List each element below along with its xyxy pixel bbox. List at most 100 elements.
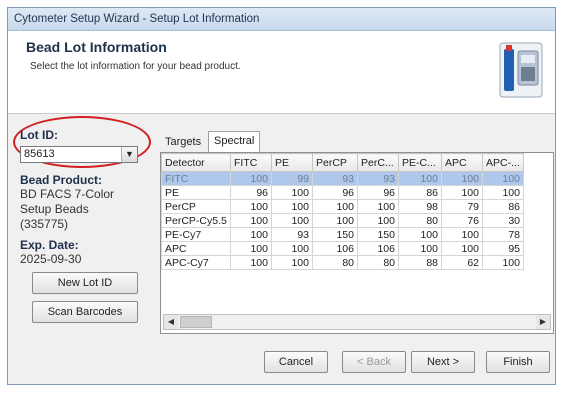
overlap-value-cell[interactable]: 100	[482, 255, 524, 270]
overlap-value-cell[interactable]: 100	[482, 185, 524, 200]
chevron-down-icon[interactable]: ▼	[121, 147, 137, 162]
overlap-value-cell[interactable]: 106	[312, 241, 358, 256]
overlap-value-cell[interactable]: 100	[230, 213, 272, 228]
detector-cell[interactable]: PE	[161, 185, 231, 200]
table-row[interactable]: FITC 100 99 93 93 100 100 100	[161, 171, 524, 186]
overlap-value-cell[interactable]: 30	[482, 213, 524, 228]
table-row[interactable]: PE-Cy7 100 93 150 150 100 100 78	[161, 227, 524, 242]
bead-product-label: Bead Product:	[20, 173, 103, 187]
detector-cell[interactable]: APC	[161, 241, 231, 256]
bead-product-line: BD FACS 7-Color	[20, 187, 115, 201]
scroll-thumb[interactable]	[180, 316, 212, 328]
overlap-value-cell[interactable]: 100	[230, 227, 272, 242]
overlap-value-cell[interactable]: 80	[398, 213, 442, 228]
scan-barcodes-button[interactable]: Scan Barcodes	[32, 301, 138, 323]
table-row[interactable]: APC-Cy7 100 100 80 80 88 62 100	[161, 255, 524, 270]
table-row[interactable]: PerCP 100 100 100 100 98 79 86	[161, 199, 524, 214]
cytometer-icon	[499, 41, 543, 99]
table-row[interactable]: PE 96 100 96 96 86 100 100	[161, 185, 524, 200]
overlap-value-cell[interactable]: 80	[312, 255, 358, 270]
column-header[interactable]: PerCP	[312, 153, 358, 172]
overlap-value-cell[interactable]: 100	[312, 213, 358, 228]
overlap-value-cell[interactable]: 88	[398, 255, 442, 270]
overlap-value-cell[interactable]: 100	[312, 199, 358, 214]
exp-date-value: 2025-09-30	[20, 252, 82, 266]
wizard-window: Cytometer Setup Wizard - Setup Lot Infor…	[7, 7, 556, 385]
lot-id-value: 85613	[24, 148, 55, 160]
column-header[interactable]: APC	[441, 153, 483, 172]
overlap-value-cell[interactable]: 62	[441, 255, 483, 270]
overlap-value-cell[interactable]: 150	[357, 227, 399, 242]
overlap-value-cell[interactable]: 100	[398, 241, 442, 256]
column-header[interactable]: PE	[271, 153, 313, 172]
overlap-value-cell[interactable]: 93	[312, 171, 358, 186]
overlap-value-cell[interactable]: 100	[271, 213, 313, 228]
overlap-value-cell[interactable]: 106	[357, 241, 399, 256]
overlap-value-cell[interactable]: 76	[441, 213, 483, 228]
overlap-value-cell[interactable]: 100	[271, 255, 313, 270]
lot-info-panel: Lot ID: 85613 ▼ Bead Product: BD FACS 7-…	[20, 128, 150, 267]
overlap-value-cell[interactable]: 100	[357, 199, 399, 214]
lot-id-select[interactable]: 85613 ▼	[20, 146, 138, 163]
horizontal-scrollbar[interactable]: ◀ ▶	[163, 314, 551, 330]
overlap-value-cell[interactable]: 79	[441, 199, 483, 214]
overlap-table: Detector FITC PE PerCP PerC... PE-C... A…	[161, 153, 524, 270]
overlap-value-cell[interactable]: 100	[230, 199, 272, 214]
scroll-right-icon[interactable]: ▶	[536, 315, 550, 329]
overlap-value-cell[interactable]: 96	[230, 185, 272, 200]
finish-button[interactable]: Finish	[486, 351, 550, 373]
overlap-value-cell[interactable]: 100	[398, 227, 442, 242]
header-panel: Bead Lot Information Select the lot info…	[8, 31, 555, 114]
detector-cell[interactable]: PE-Cy7	[161, 227, 231, 242]
detector-cell[interactable]: FITC	[161, 171, 231, 186]
column-header[interactable]: PerC...	[357, 153, 399, 172]
scroll-left-icon[interactable]: ◀	[164, 315, 178, 329]
overlap-value-cell[interactable]: 86	[482, 199, 524, 214]
cancel-button[interactable]: Cancel	[264, 351, 328, 373]
overlap-value-cell[interactable]: 100	[230, 241, 272, 256]
overlap-value-cell[interactable]: 93	[271, 227, 313, 242]
overlap-value-cell[interactable]: 100	[230, 255, 272, 270]
back-button[interactable]: < Back	[342, 351, 406, 373]
column-header[interactable]: FITC	[230, 153, 272, 172]
overlap-value-cell[interactable]: 100	[482, 171, 524, 186]
overlap-value-cell[interactable]: 100	[357, 213, 399, 228]
overlap-value-cell[interactable]: 80	[357, 255, 399, 270]
tab-targets[interactable]: Targets	[160, 133, 206, 151]
detector-cell[interactable]: APC-Cy7	[161, 255, 231, 270]
exp-date-label: Exp. Date:	[20, 238, 79, 252]
column-header[interactable]: PE-C...	[398, 153, 442, 172]
page-subtitle: Select the lot information for your bead…	[30, 61, 241, 72]
bead-product-line: Setup Beads	[20, 202, 89, 216]
bead-product-line: (335775)	[20, 217, 69, 231]
overlap-value-cell[interactable]: 78	[482, 227, 524, 242]
overlap-value-cell[interactable]: 95	[482, 241, 524, 256]
overlap-value-cell[interactable]: 100	[441, 171, 483, 186]
tab-spectral-overlap-factors[interactable]: Spectral Overlap Factors	[208, 131, 261, 183]
overlap-value-cell[interactable]: 100	[230, 171, 272, 186]
overlap-value-cell[interactable]: 96	[312, 185, 358, 200]
overlap-value-cell[interactable]: 100	[271, 185, 313, 200]
overlap-value-cell[interactable]: 93	[357, 171, 399, 186]
overlap-value-cell[interactable]: 99	[271, 171, 313, 186]
overlap-value-cell[interactable]: 150	[312, 227, 358, 242]
overlap-value-cell[interactable]: 100	[441, 227, 483, 242]
overlap-value-cell[interactable]: 98	[398, 199, 442, 214]
overlap-value-cell[interactable]: 96	[357, 185, 399, 200]
overlap-value-cell[interactable]: 86	[398, 185, 442, 200]
page-title: Bead Lot Information	[26, 39, 167, 55]
next-button[interactable]: Next >	[411, 351, 475, 373]
lot-id-label: Lot ID:	[20, 128, 58, 142]
table-row[interactable]: APC 100 100 106 106 100 100 95	[161, 241, 524, 256]
new-lot-id-button[interactable]: New Lot ID	[32, 272, 138, 294]
detector-cell[interactable]: PerCP	[161, 199, 231, 214]
overlap-value-cell[interactable]: 100	[441, 241, 483, 256]
column-header[interactable]: APC-...	[482, 153, 524, 172]
overlap-value-cell[interactable]: 100	[441, 185, 483, 200]
overlap-value-cell[interactable]: 100	[398, 171, 442, 186]
overlap-value-cell[interactable]: 100	[271, 241, 313, 256]
detector-cell[interactable]: PerCP-Cy5.5	[161, 213, 231, 228]
column-header[interactable]: Detector	[161, 153, 231, 172]
table-row[interactable]: PerCP-Cy5.5 100 100 100 100 80 76 30	[161, 213, 524, 228]
overlap-value-cell[interactable]: 100	[271, 199, 313, 214]
